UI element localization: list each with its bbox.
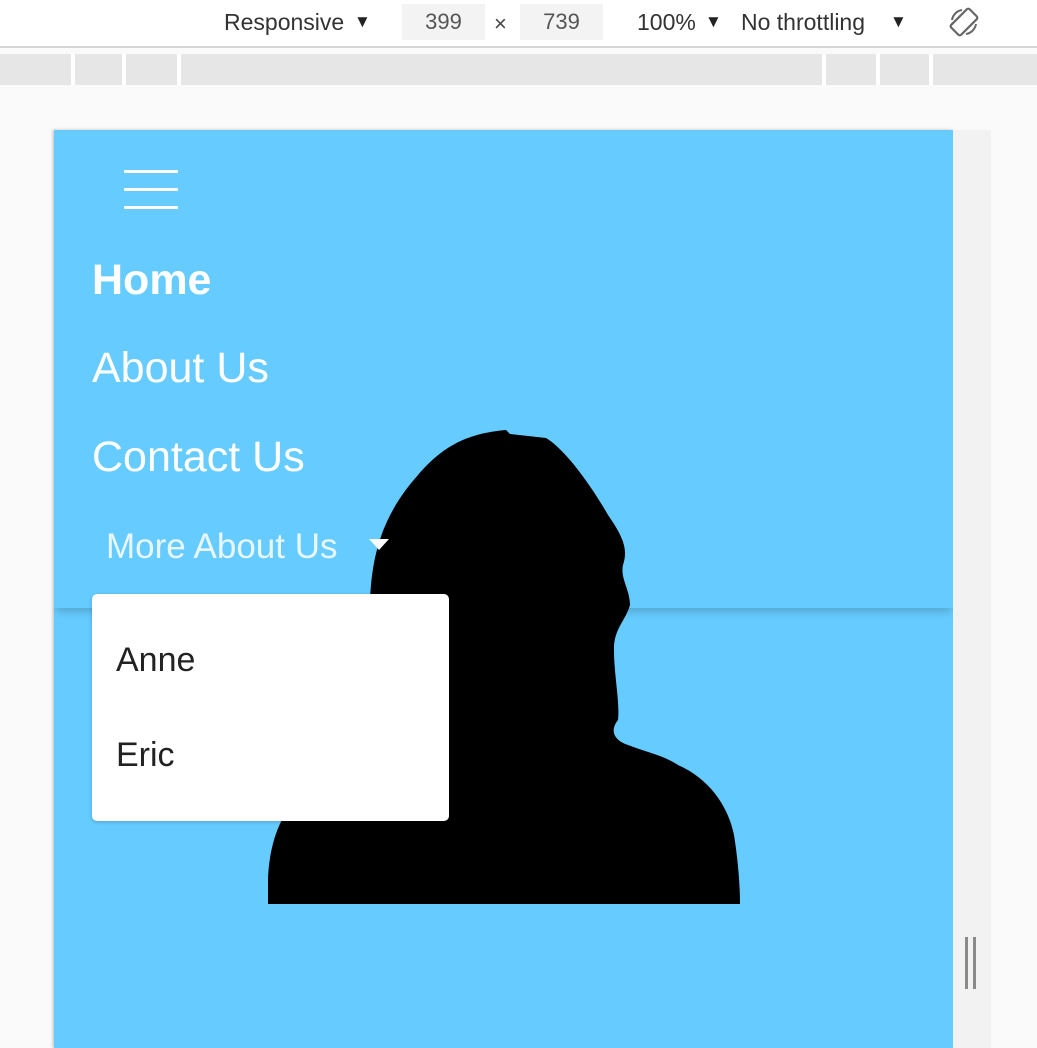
resize-handle-icon[interactable] — [965, 937, 979, 989]
viewport-right-gutter — [953, 130, 991, 1048]
throttling-arrow-icon[interactable]: ▼ — [890, 12, 907, 32]
ruler-divider — [822, 54, 826, 85]
hamburger-menu-icon[interactable] — [124, 170, 178, 210]
device-mode-select[interactable]: Responsive — [224, 9, 344, 36]
emulated-viewport: Home About Us Contact Us More About Us A… — [54, 130, 953, 1048]
viewport-height-input[interactable]: 739 — [520, 4, 603, 40]
dropdown-item-anne[interactable]: Anne — [116, 641, 195, 680]
devtools-toolbar: Responsive ▼ 399 × 739 100% ▼ No throttl… — [0, 0, 1037, 48]
media-query-bar[interactable] — [0, 54, 1037, 85]
throttling-select[interactable]: No throttling — [741, 9, 865, 36]
ruler-divider — [876, 54, 880, 85]
more-about-us-dropdown: Anne Eric — [92, 594, 449, 821]
ruler-divider — [929, 54, 933, 85]
ruler-divider — [122, 54, 126, 85]
dropdown-item-eric[interactable]: Eric — [116, 736, 175, 775]
nav-link-about-us[interactable]: About Us — [92, 344, 269, 393]
dimension-separator: × — [494, 11, 507, 36]
ruler-divider — [177, 54, 181, 85]
device-mode-arrow-icon[interactable]: ▼ — [354, 12, 371, 32]
zoom-select[interactable]: 100% — [637, 9, 696, 36]
viewport-width-input[interactable]: 399 — [402, 4, 485, 40]
more-about-us-toggle[interactable]: More About Us — [106, 527, 338, 567]
ruler-divider — [71, 54, 75, 85]
rotate-device-icon[interactable] — [948, 6, 980, 38]
nav-panel: Home About Us Contact Us More About Us — [54, 130, 953, 608]
zoom-arrow-icon[interactable]: ▼ — [705, 12, 722, 32]
nav-link-home[interactable]: Home — [92, 256, 211, 305]
caret-down-icon[interactable] — [369, 539, 389, 550]
nav-link-contact-us[interactable]: Contact Us — [92, 433, 305, 482]
